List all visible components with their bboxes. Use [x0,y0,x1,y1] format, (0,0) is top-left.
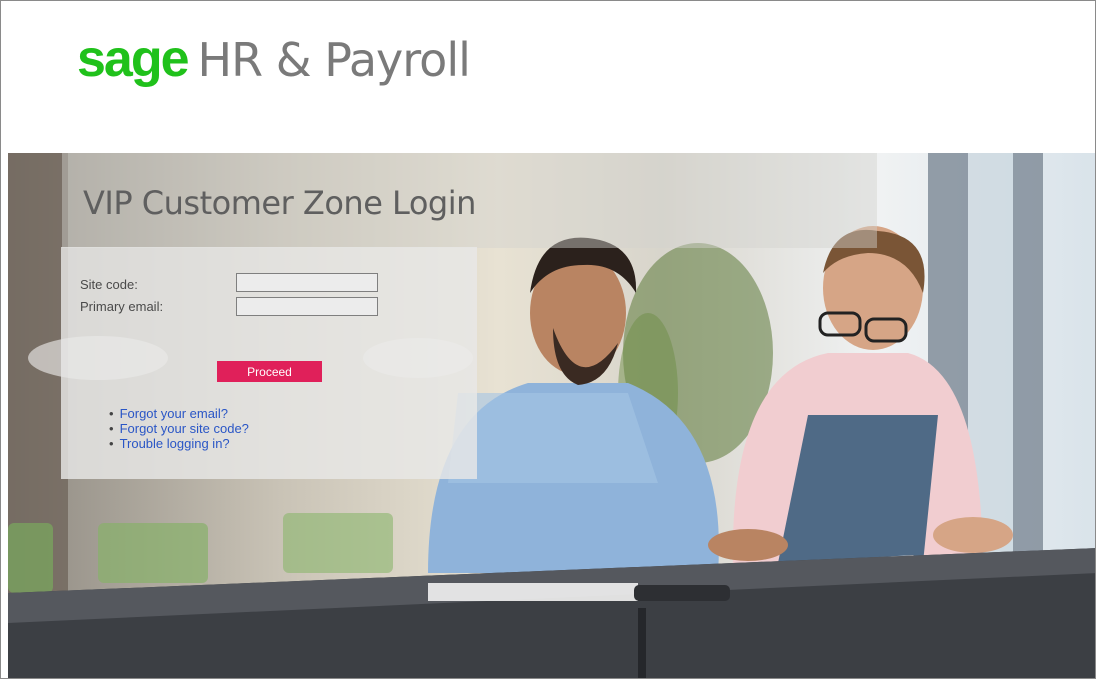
page-frame: sage HR & Payroll VIP Customer Zone Logi… [0,0,1096,679]
logo-product-text: HR & Payroll [197,33,471,87]
proceed-button[interactable]: Proceed [217,361,322,382]
bullet-icon: • [109,421,114,436]
help-links-list: • Forgot your email? • Forgot your site co… [109,406,249,451]
site-code-input[interactable] [236,273,378,292]
list-item: • Forgot your email? [109,406,249,421]
bullet-icon: • [109,406,114,421]
list-item: • Trouble logging in? [109,436,249,451]
bullet-icon: • [109,436,114,451]
logo-sage-text: sage [77,30,190,88]
primary-email-input[interactable] [236,297,378,316]
trouble-logging-in-link[interactable]: Trouble logging in? [120,436,230,451]
page-title: VIP Customer Zone Login [83,184,476,222]
forgot-email-link[interactable]: Forgot your email? [120,406,228,421]
primary-email-label: Primary email: [80,299,164,314]
sage-logo[interactable]: sage HR & Payroll [77,29,471,89]
header: sage HR & Payroll [1,1,1095,153]
list-item: • Forgot your site code? [109,421,249,436]
forgot-site-code-link[interactable]: Forgot your site code? [120,421,249,436]
site-code-label: Site code: [80,277,138,292]
